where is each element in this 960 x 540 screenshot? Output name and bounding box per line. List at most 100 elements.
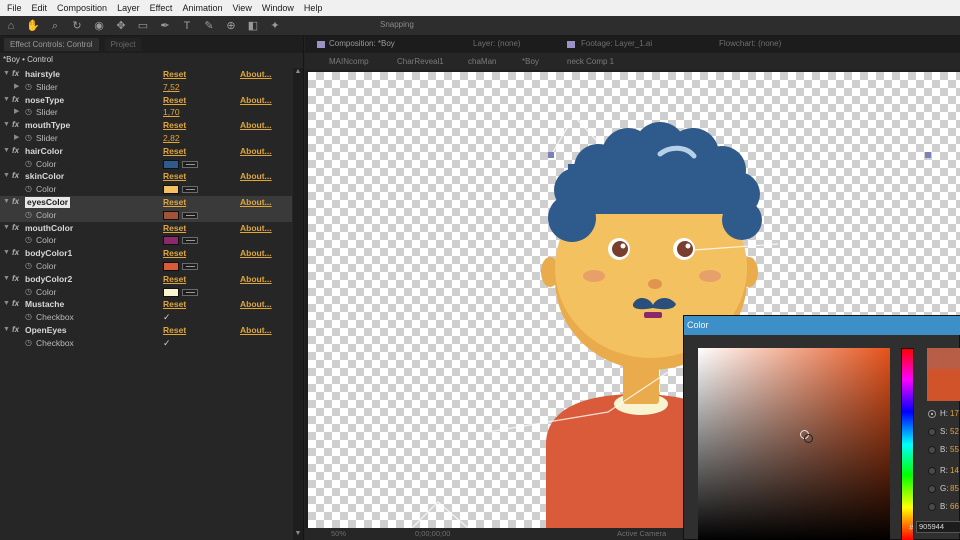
- menu-effect[interactable]: Effect: [145, 3, 178, 13]
- eyedropper-icon[interactable]: [182, 160, 198, 168]
- zoom-icon[interactable]: ⌕: [48, 19, 62, 33]
- effect-row[interactable]: ▼ fx noseType Reset About...: [0, 94, 292, 107]
- expand-arrow-icon[interactable]: ▼: [3, 94, 10, 107]
- expand-arrow-icon[interactable]: ▼: [3, 145, 10, 158]
- channel-radio[interactable]: [928, 428, 936, 436]
- channel-value[interactable]: 17: [950, 409, 959, 418]
- breadcrumb-item[interactable]: MAINcomp: [329, 57, 369, 66]
- dialog-title[interactable]: Color: [684, 316, 960, 335]
- stopwatch-icon[interactable]: ◷: [25, 337, 32, 350]
- home-icon[interactable]: ⌂: [4, 19, 18, 33]
- expand-arrow-icon[interactable]: ▶: [14, 132, 19, 145]
- effect-row[interactable]: ▼ fx bodyColor1 Reset About...: [0, 247, 292, 260]
- color-swatch[interactable]: [163, 236, 179, 246]
- color-swatch[interactable]: [163, 287, 179, 297]
- effect-row[interactable]: ▼ fx hairColor Reset About...: [0, 145, 292, 158]
- eyedropper-icon[interactable]: [182, 237, 198, 245]
- expand-arrow-icon[interactable]: ▼: [3, 247, 10, 260]
- expand-arrow-icon[interactable]: ▶: [14, 106, 19, 119]
- scroll-up-icon[interactable]: ▲: [293, 68, 303, 78]
- fx-toggle-icon[interactable]: fx: [12, 68, 19, 81]
- expand-arrow-icon[interactable]: ▶: [14, 81, 19, 94]
- menu-window[interactable]: Window: [257, 3, 299, 13]
- eraser-icon[interactable]: ◧: [246, 19, 260, 33]
- effect-row[interactable]: ▼ fx hairstyle Reset About...: [0, 68, 292, 81]
- effect-name[interactable]: OpenEyes: [25, 324, 67, 337]
- menu-composition[interactable]: Composition: [52, 3, 112, 13]
- fx-toggle-icon[interactable]: fx: [12, 247, 19, 260]
- expand-arrow-icon[interactable]: ▼: [3, 222, 10, 235]
- text-icon[interactable]: T: [180, 19, 194, 33]
- color-swatch[interactable]: [163, 210, 179, 220]
- puppet-icon[interactable]: ✦: [268, 19, 282, 33]
- checkbox[interactable]: ✓: [163, 311, 171, 324]
- channel-value[interactable]: 66: [950, 502, 959, 511]
- color-swatch[interactable]: [163, 159, 179, 169]
- reset-link[interactable]: Reset: [163, 170, 186, 183]
- about-link[interactable]: About...: [240, 324, 272, 337]
- eyedropper-icon[interactable]: [182, 186, 198, 194]
- reset-link[interactable]: Reset: [163, 273, 186, 286]
- clone-icon[interactable]: ⊕: [224, 19, 238, 33]
- about-link[interactable]: About...: [240, 94, 272, 107]
- effect-name[interactable]: bodyColor1: [25, 247, 72, 260]
- channel-value[interactable]: 85: [950, 484, 959, 493]
- reset-link[interactable]: Reset: [163, 324, 186, 337]
- hue-slider[interactable]: [901, 348, 914, 540]
- effect-name[interactable]: hairstyle: [25, 68, 60, 81]
- reset-link[interactable]: Reset: [163, 298, 186, 311]
- about-link[interactable]: About...: [240, 247, 272, 260]
- slider-value[interactable]: 1,70: [163, 106, 180, 119]
- slider-value[interactable]: 7,52: [163, 81, 180, 94]
- eyedropper-icon[interactable]: [182, 288, 198, 296]
- breadcrumb-item[interactable]: *Boy: [522, 57, 539, 66]
- breadcrumb-item[interactable]: neck Comp 1: [567, 57, 614, 66]
- pen-icon[interactable]: ✒: [158, 19, 172, 33]
- expand-arrow-icon[interactable]: ▼: [3, 170, 10, 183]
- zoom-level[interactable]: 50%: [331, 529, 346, 538]
- effect-row[interactable]: ▼ fx skinColor Reset About...: [0, 170, 292, 183]
- effect-name[interactable]: bodyColor2: [25, 273, 72, 286]
- about-link[interactable]: About...: [240, 145, 272, 158]
- fx-toggle-icon[interactable]: fx: [12, 94, 19, 107]
- current-color-swatch[interactable]: [927, 369, 960, 401]
- fx-toggle-icon[interactable]: fx: [12, 145, 19, 158]
- stopwatch-icon[interactable]: ◷: [25, 132, 32, 145]
- expand-arrow-icon[interactable]: ▼: [3, 298, 10, 311]
- tab-flowchart[interactable]: Flowchart: (none): [719, 39, 781, 48]
- about-link[interactable]: About...: [240, 119, 272, 132]
- channel-radio[interactable]: [928, 485, 936, 493]
- tab-effect-controls[interactable]: Effect Controls: Control: [4, 38, 99, 51]
- menu-view[interactable]: View: [227, 3, 256, 13]
- fx-toggle-icon[interactable]: fx: [12, 324, 19, 337]
- effect-name[interactable]: Mustache: [25, 298, 64, 311]
- current-timecode[interactable]: 0;00;00;00: [415, 529, 450, 538]
- expand-arrow-icon[interactable]: ▼: [3, 119, 10, 132]
- fx-toggle-icon[interactable]: fx: [12, 196, 19, 209]
- reset-link[interactable]: Reset: [163, 145, 186, 158]
- effect-name[interactable]: eyesColor: [25, 196, 71, 208]
- about-link[interactable]: About...: [240, 68, 272, 81]
- tab-composition[interactable]: Composition: *Boy: [329, 39, 395, 48]
- fx-toggle-icon[interactable]: fx: [12, 222, 19, 235]
- reset-link[interactable]: Reset: [163, 94, 186, 107]
- expand-arrow-icon[interactable]: ▼: [3, 324, 10, 337]
- eyedropper-icon[interactable]: [182, 262, 198, 270]
- menu-animation[interactable]: Animation: [177, 3, 227, 13]
- snapping-label[interactable]: Snapping: [380, 20, 414, 29]
- stopwatch-icon[interactable]: ◷: [25, 183, 32, 196]
- color-swatch[interactable]: [163, 261, 179, 271]
- rotate-icon[interactable]: ↻: [70, 19, 84, 33]
- effect-row[interactable]: ▼ fx bodyColor2 Reset About...: [0, 273, 292, 286]
- mask-icon[interactable]: ▭: [136, 19, 150, 33]
- stopwatch-icon[interactable]: ◷: [25, 260, 32, 273]
- menu-help[interactable]: Help: [299, 3, 328, 13]
- checkbox[interactable]: ✓: [163, 337, 171, 350]
- channel-radio[interactable]: [928, 467, 936, 475]
- effect-row[interactable]: ▼ fx OpenEyes Reset About...: [0, 324, 292, 337]
- channel-radio[interactable]: [928, 410, 936, 418]
- effect-name[interactable]: noseType: [25, 94, 64, 107]
- effect-row[interactable]: ▼ fx mouthColor Reset About...: [0, 222, 292, 235]
- menu-file[interactable]: File: [2, 3, 27, 13]
- breadcrumb-item[interactable]: chaMan: [468, 57, 496, 66]
